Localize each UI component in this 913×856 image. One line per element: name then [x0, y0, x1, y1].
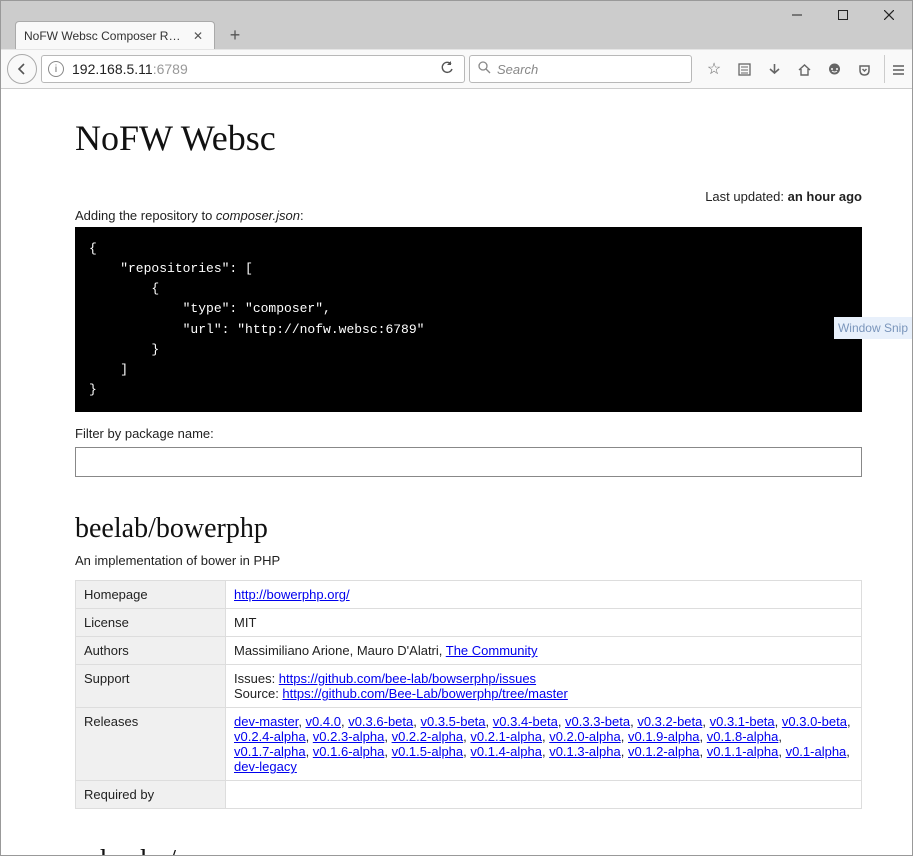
arrow-left-icon — [15, 62, 29, 76]
row-label: Homepage — [76, 581, 226, 609]
minimize-icon — [792, 10, 802, 20]
page-viewport[interactable]: NoFW Websc Last updated: an hour ago Add… — [1, 89, 912, 855]
release-link[interactable]: v0.3.6-beta — [348, 714, 413, 729]
table-row: Releases dev-master, v0.4.0, v0.3.6-beta… — [76, 708, 862, 781]
composer-snippet: { "repositories": [ { "type": "composer"… — [75, 227, 862, 412]
close-window-button[interactable] — [866, 1, 912, 29]
package-title: cakephp/orm — [75, 845, 862, 855]
search-bar[interactable]: Search — [469, 55, 692, 83]
bookmark-star-icon[interactable]: ☆ — [700, 55, 728, 83]
filter-label: Filter by package name: — [75, 426, 862, 441]
release-link[interactable]: v0.3.4-beta — [493, 714, 558, 729]
url-bar[interactable]: i 192.168.5.11:6789 — [41, 55, 465, 83]
url-host: 192.168.5.11:6789 — [72, 61, 436, 77]
release-link[interactable]: v0.1.1-alpha — [707, 744, 779, 759]
table-row: License MIT — [76, 609, 862, 637]
release-link[interactable]: v0.1.9-alpha — [628, 729, 700, 744]
release-link[interactable]: v0.1.2-alpha — [628, 744, 700, 759]
table-row: Required by — [76, 781, 862, 809]
license-value: MIT — [226, 609, 862, 637]
release-link[interactable]: v0.3.1-beta — [710, 714, 775, 729]
table-row: Authors Massimiliano Arione, Mauro D'Ala… — [76, 637, 862, 665]
menu-button[interactable] — [884, 55, 906, 83]
support-cell: Issues: https://github.com/bee-lab/bowse… — [226, 665, 862, 708]
release-link[interactable]: v0.1.6-alpha — [313, 744, 385, 759]
downloads-icon[interactable] — [760, 55, 788, 83]
tab-strip: NoFW Websc Composer Repo... ✕ + — [15, 21, 249, 49]
release-link[interactable]: v0.2.2-alpha — [392, 729, 464, 744]
source-link[interactable]: https://github.com/Bee-Lab/bowerphp/tree… — [282, 686, 567, 701]
release-link[interactable]: v0.4.0 — [306, 714, 341, 729]
toolbar-right: ☆ — [696, 55, 906, 83]
release-link[interactable]: v0.3.2-beta — [637, 714, 702, 729]
chat-icon[interactable] — [820, 55, 848, 83]
release-link[interactable]: v0.1.3-alpha — [549, 744, 621, 759]
row-label: Required by — [76, 781, 226, 809]
package-title: beelab/bowerphp — [75, 513, 862, 545]
release-link[interactable]: dev-legacy — [234, 759, 297, 774]
row-label: License — [76, 609, 226, 637]
search-placeholder: Search — [497, 62, 538, 77]
pocket-icon[interactable] — [850, 55, 878, 83]
url-port: :6789 — [153, 61, 188, 77]
issues-link[interactable]: https://github.com/bee-lab/bowserphp/iss… — [279, 671, 536, 686]
search-icon — [478, 61, 491, 77]
row-label: Authors — [76, 637, 226, 665]
release-link[interactable]: v0.1.8-alpha — [707, 729, 779, 744]
required-by-value — [226, 781, 862, 809]
release-link[interactable]: v0.1.5-alpha — [392, 744, 464, 759]
close-icon — [884, 10, 894, 20]
release-link[interactable]: v0.2.3-alpha — [313, 729, 385, 744]
row-label: Releases — [76, 708, 226, 781]
releases-cell: dev-master, v0.4.0, v0.3.6-beta, v0.3.5-… — [226, 708, 862, 781]
browser-window: Window Snip NoFW Websc Composer Repo... … — [0, 0, 913, 856]
package-table: Homepage http://bowerphp.org/ License MI… — [75, 580, 862, 809]
last-updated: Last updated: an hour ago — [75, 189, 862, 204]
reload-icon — [440, 61, 454, 75]
release-link[interactable]: v0.1.4-alpha — [470, 744, 542, 759]
new-tab-button[interactable]: + — [221, 21, 249, 49]
author-link[interactable]: The Community — [446, 643, 538, 658]
home-icon[interactable] — [790, 55, 818, 83]
maximize-icon — [838, 10, 848, 20]
release-link[interactable]: v0.1.7-alpha — [234, 744, 306, 759]
release-link[interactable]: v0.2.4-alpha — [234, 729, 306, 744]
site-title: NoFW Websc — [75, 117, 862, 159]
maximize-button[interactable] — [820, 1, 866, 29]
intro-text: Adding the repository to composer.json: — [75, 208, 862, 223]
window-snip-overlay: Window Snip — [834, 317, 912, 339]
minimize-button[interactable] — [774, 1, 820, 29]
release-link[interactable]: v0.2.0-alpha — [549, 729, 621, 744]
close-tab-icon[interactable]: ✕ — [190, 28, 206, 44]
release-link[interactable]: v0.1-alpha — [786, 744, 847, 759]
release-link[interactable]: v0.3.5-beta — [420, 714, 485, 729]
release-link[interactable]: v0.3.3-beta — [565, 714, 630, 729]
nav-toolbar: i 192.168.5.11:6789 Search ☆ — [1, 49, 912, 89]
reader-view-icon[interactable] — [730, 55, 758, 83]
authors-cell: Massimiliano Arione, Mauro D'Alatri, The… — [226, 637, 862, 665]
table-row: Support Issues: https://github.com/bee-l… — [76, 665, 862, 708]
window-titlebar: NoFW Websc Composer Repo... ✕ + — [1, 1, 912, 49]
release-link[interactable]: v0.3.0-beta — [782, 714, 847, 729]
row-label: Support — [76, 665, 226, 708]
site-info-icon[interactable]: i — [48, 61, 64, 77]
release-link[interactable]: v0.2.1-alpha — [470, 729, 542, 744]
page-content: NoFW Websc Last updated: an hour ago Add… — [1, 89, 912, 855]
window-controls — [774, 1, 912, 29]
tab-title: NoFW Websc Composer Repo... — [24, 29, 184, 43]
hamburger-icon — [891, 62, 906, 77]
release-link[interactable]: dev-master — [234, 714, 298, 729]
back-button[interactable] — [7, 54, 37, 84]
table-row: Homepage http://bowerphp.org/ — [76, 581, 862, 609]
filter-input[interactable] — [75, 447, 862, 477]
reload-button[interactable] — [436, 61, 458, 78]
package-description: An implementation of bower in PHP — [75, 553, 862, 568]
browser-tab[interactable]: NoFW Websc Composer Repo... ✕ — [15, 21, 215, 49]
homepage-link[interactable]: http://bowerphp.org/ — [234, 587, 350, 602]
